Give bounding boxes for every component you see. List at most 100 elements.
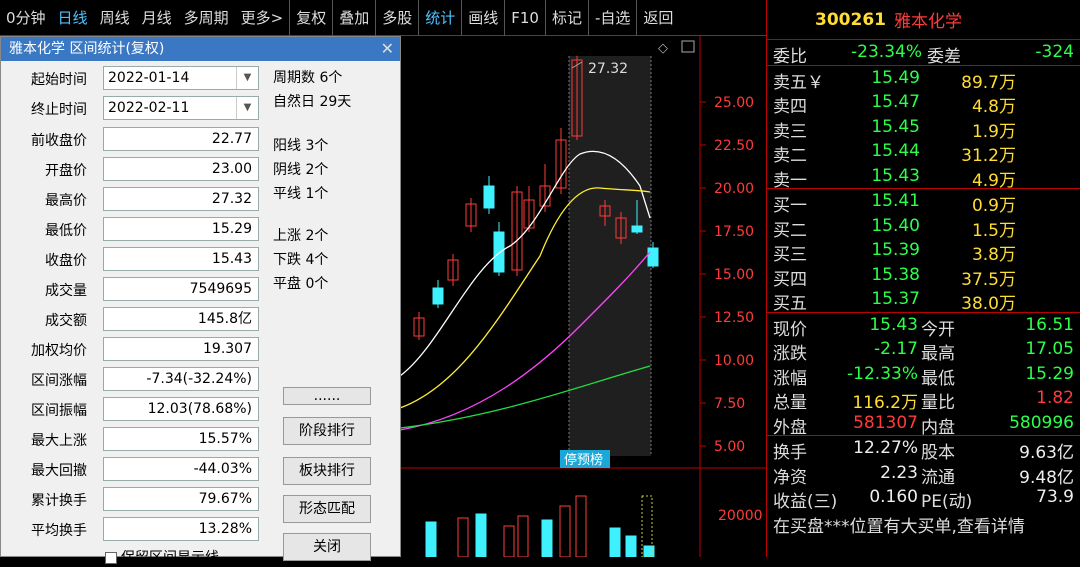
field-label: 累计换手 xyxy=(31,493,87,509)
stage-rank-button[interactable]: 阶段排行 xyxy=(283,417,371,445)
price-tick-label: 5.00 xyxy=(714,439,745,455)
sells-row[interactable]: 卖五￥ 15.49 89.7万 xyxy=(767,66,1080,93)
stat-row: 外盘 581307 内盘 580996 xyxy=(773,412,1074,438)
field-label: 成交额 xyxy=(45,313,87,329)
field-value: 23.00 xyxy=(103,157,259,181)
sell-orders: 卖五￥ 15.49 89.7万 卖四 15.47 4.8万 卖三 15.45 1.9万 卖二 15.… xyxy=(767,66,1080,191)
toolbar-item-10[interactable]: 画线 xyxy=(461,0,504,36)
field-label: 区间涨幅 xyxy=(31,373,87,389)
close-icon[interactable]: ✕ xyxy=(381,37,394,61)
stat2-row: 换手 12.27% 股本 9.63亿 xyxy=(773,438,1074,463)
checkbox-icon[interactable] xyxy=(105,552,117,564)
quote-panel: 300261 雅本化学 委比 -23.34% 委差 -324 卖五￥ 15.49 8… xyxy=(766,0,1080,557)
chevron-down-icon[interactable]: ▼ xyxy=(236,97,258,119)
price-tick-label: 12.50 xyxy=(714,310,754,326)
toolbar-item-2[interactable]: 周线 xyxy=(94,0,136,36)
weicha-value: -324 xyxy=(1035,42,1074,62)
period-stat: 自然日 29天 xyxy=(273,94,352,110)
stat-row: 涨跌 -2.17 最高 17.05 xyxy=(773,339,1074,364)
field-label: 加权均价 xyxy=(31,343,87,359)
toolbar-item-6[interactable]: 复权 xyxy=(289,0,332,36)
field-value: 7549695 xyxy=(103,277,259,301)
weibi-row: 委比 -23.34% 委差 -324 xyxy=(767,40,1080,67)
field-value: 12.03(78.68%) xyxy=(103,397,259,421)
field-label: 最大回撤 xyxy=(31,463,87,479)
buys-row[interactable]: 买四 15.38 37.5万 xyxy=(767,263,1080,290)
toolbar-item-3[interactable]: 月线 xyxy=(136,0,178,36)
field-label: 前收盘价 xyxy=(31,133,87,149)
toolbar-item-7[interactable]: 叠加 xyxy=(332,0,375,36)
high-label: 27.32 xyxy=(588,61,628,77)
field-value: -7.34(-32.24%) xyxy=(103,367,259,391)
toolbar-item-9[interactable]: 统计 xyxy=(418,0,461,36)
end-date-select[interactable]: 2022-02-11 ▼ xyxy=(103,96,259,120)
toolbar-item-0[interactable]: 0分钟 xyxy=(0,0,52,36)
field-label: 平均换手 xyxy=(31,523,87,539)
volume-bar xyxy=(625,535,637,557)
stat-row: 涨幅 -12.33% 最低 15.29 xyxy=(773,363,1074,389)
sells-row[interactable]: 卖四 15.47 4.8万 xyxy=(767,90,1080,117)
price-tick-label: 20.00 xyxy=(714,181,754,197)
stock-title: 300261 雅本化学 xyxy=(767,0,1080,40)
buys-row[interactable]: 买三 15.39 3.8万 xyxy=(767,238,1080,265)
toolbar-item-11[interactable]: F10 xyxy=(504,0,545,36)
field-value: 22.77 xyxy=(103,127,259,151)
stock-name: 雅本化学 xyxy=(893,12,962,32)
field-label: 最低价 xyxy=(45,223,87,239)
field-label: 开盘价 xyxy=(45,163,87,179)
field-value: 13.28% xyxy=(103,517,259,541)
toolbar-item-4[interactable]: 多周期 xyxy=(178,0,235,36)
toolbar-item-5[interactable]: 更多> xyxy=(235,0,290,36)
period-stat: 上涨 2个 xyxy=(273,228,329,244)
toolbar-item-1[interactable]: 日线 xyxy=(52,0,94,36)
toolbar-item-12[interactable]: 标记 xyxy=(544,0,588,36)
price-tick-label: 17.50 xyxy=(714,224,754,240)
chart-tag[interactable]: 停预榜 xyxy=(564,452,603,468)
range-stats-dialog: 雅本化学 区间统计(复权) ✕ 起始时间 2022-01-14 ▼ 终止时间 2… xyxy=(0,36,401,566)
buys-row[interactable]: 买一 15.41 0.9万 xyxy=(767,189,1080,216)
field-value: 27.32 xyxy=(103,187,259,211)
sells-row[interactable]: 卖一 15.43 4.9万 xyxy=(767,164,1080,191)
sector-rank-button[interactable]: 板块排行 xyxy=(283,457,371,485)
volume-bar xyxy=(475,513,487,557)
field-label: 最高价 xyxy=(45,193,87,209)
field-label: 收盘价 xyxy=(45,253,87,269)
diamond-icon[interactable]: ◇ xyxy=(658,41,668,56)
sells-row[interactable]: 卖三 15.45 1.9万 xyxy=(767,115,1080,142)
field-value: 15.57% xyxy=(103,427,259,451)
field-value: 15.43 xyxy=(103,247,259,271)
toolbar-item-14[interactable]: 返回 xyxy=(636,0,679,36)
period-stat: 周期数 6个 xyxy=(273,70,343,86)
keep-range-line-checkbox[interactable]: 保留区间显示线 xyxy=(105,547,219,567)
candle-body xyxy=(493,231,505,273)
kline-chart[interactable]: 25.00 22.50 20.00 17.50 15.00 12.50 10.00 7.50 5… xyxy=(400,36,766,557)
dialog-title: 雅本化学 区间统计(复权) xyxy=(9,41,165,57)
field-value: 15.29 xyxy=(103,217,259,241)
chevron-down-icon[interactable]: ▼ xyxy=(236,67,258,89)
buys-row[interactable]: 买二 15.40 1.5万 xyxy=(767,214,1080,241)
sells-row[interactable]: 卖二 15.44 31.2万 xyxy=(767,139,1080,166)
buys-row[interactable]: 买五 15.37 38.0万 xyxy=(767,287,1080,314)
toolbar-item-13[interactable]: -自选 xyxy=(588,0,636,36)
start-time-label: 起始时间 xyxy=(31,72,87,88)
candle-body xyxy=(647,247,659,267)
quote-stats-2: 换手 12.27% 股本 9.63亿 净资 2.23 流通 9.48亿 收益(三) 0.160 PE… xyxy=(767,436,1080,512)
period-stat: 阴线 2个 xyxy=(273,162,329,178)
selection-band xyxy=(569,56,651,456)
weibi-label: 委比 xyxy=(773,47,807,67)
price-tick-label: 7.50 xyxy=(714,396,745,412)
dialog-title-bar[interactable]: 雅本化学 区间统计(复权) ✕ xyxy=(1,37,400,61)
price-tick-label: 10.00 xyxy=(714,353,754,369)
end-time-label: 终止时间 xyxy=(31,102,87,118)
quote-footer[interactable]: 在买盘***位置有大买单,查看详情 xyxy=(767,510,1080,537)
volume-bar xyxy=(541,519,553,557)
toolbar-item-8[interactable]: 多股 xyxy=(375,0,418,36)
period-stat: 阳线 3个 xyxy=(273,138,329,154)
stock-code: 300261 xyxy=(815,9,886,30)
pattern-match-button[interactable]: 形态匹配 xyxy=(283,495,371,523)
stat2-row: 收益(三) 0.160 PE(动) 73.9 xyxy=(773,487,1074,512)
volume-bar xyxy=(425,521,437,557)
start-date-select[interactable]: 2022-01-14 ▼ xyxy=(103,66,259,90)
field-value: -44.03% xyxy=(103,457,259,481)
more-button[interactable]: ...... xyxy=(283,387,371,405)
